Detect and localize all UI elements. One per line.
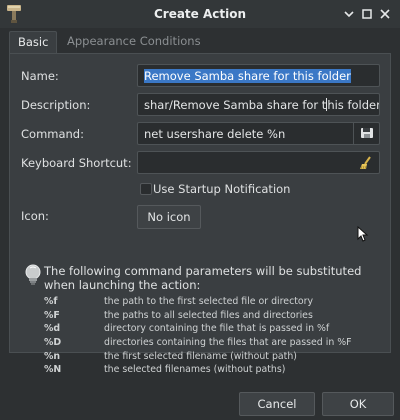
command-field[interactable]: net usershare delete %n [137,122,380,145]
name-label: Name: [21,69,59,83]
browse-command-button[interactable] [353,122,379,145]
startup-notification-label[interactable]: Use Startup Notification [153,182,290,196]
lightbulb-icon [23,263,43,290]
param-code: %D [44,337,62,348]
close-button[interactable] [376,5,394,23]
ok-button[interactable]: OK [322,392,394,416]
tab-basic[interactable]: Basic [9,31,57,53]
parameters-intro: The following command parameters will be… [44,264,362,292]
name-value: Remove Samba share for this folder [144,69,351,83]
param-code: %f [44,296,58,307]
param-desc: the first selected filename (without pat… [104,351,297,362]
param-code: %d [44,323,61,334]
maximize-button[interactable] [358,5,376,23]
tab-appearance-conditions[interactable]: Appearance Conditions [59,31,209,53]
cancel-button[interactable]: Cancel [239,392,315,416]
name-field[interactable]: Remove Samba share for this folder [137,64,380,87]
basic-panel: Name: Remove Samba share for this folder… [9,53,391,353]
shortcut-label: Keyboard Shortcut: [21,156,132,170]
icon-label: Icon: [21,209,49,223]
param-desc: the paths to all selected files and dire… [104,310,313,321]
param-code: %N [44,364,62,375]
title-bar: Create Action [0,0,400,28]
maximize-icon [362,9,372,19]
shortcut-field[interactable] [137,151,380,174]
param-desc: directories containing the files that ar… [104,337,352,348]
command-value: net usershare delete %n [144,127,286,141]
clear-broom-icon [360,156,371,170]
param-desc: the path to the first selected file or d… [104,296,314,307]
no-icon-button[interactable]: No icon [137,205,201,229]
clear-shortcut-button[interactable] [353,151,379,174]
startup-notification-checkbox[interactable] [140,183,152,195]
chevron-down-icon [344,11,354,18]
save-icon [360,128,373,138]
description-value-end: his folder [327,98,380,112]
command-label: Command: [21,127,84,141]
tab-bar: Basic Appearance Conditions [9,31,391,53]
description-field[interactable]: shar/Remove Samba share for this folder [137,93,380,116]
description-value-start: shar/Remove Samba share for t [144,98,327,112]
minimize-button[interactable] [340,5,358,23]
param-desc: directory containing the file that is pa… [104,323,330,334]
close-icon [380,9,390,19]
mouse-pointer-icon [357,225,369,245]
description-label: Description: [21,98,91,112]
param-desc: the selected filenames (without paths) [104,364,286,375]
param-code: %n [44,351,61,362]
param-code: %F [44,310,60,321]
